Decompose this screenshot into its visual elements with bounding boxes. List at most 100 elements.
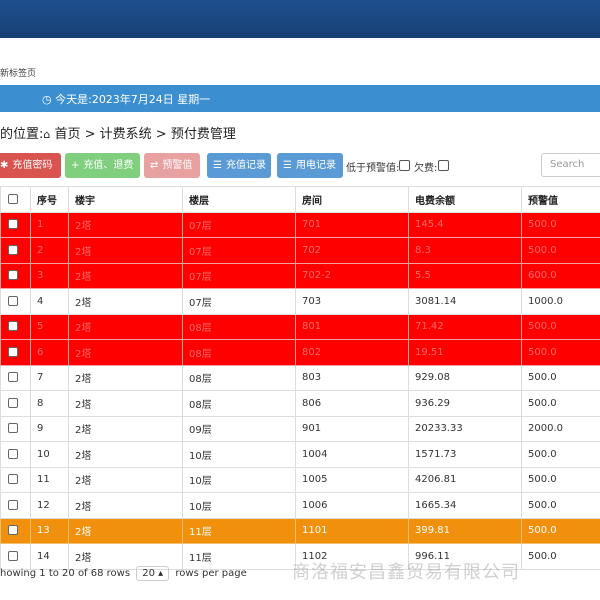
row-select-cell[interactable] — [0, 211, 31, 238]
row-checkbox[interactable] — [8, 295, 18, 306]
select-all-checkbox[interactable] — [8, 193, 18, 204]
table-row[interactable]: 12 2塔 10层 1006 1665.34 500.0 — [0, 492, 600, 519]
cell-warning: 500.0 — [521, 441, 600, 468]
row-checkbox[interactable] — [8, 550, 18, 561]
column-header[interactable]: 预警值 — [521, 186, 600, 213]
row-select-cell[interactable] — [0, 262, 31, 289]
row-select-cell[interactable] — [0, 288, 31, 315]
cell-building: 2塔 — [68, 390, 183, 417]
cell-room: 1004 — [295, 441, 409, 468]
row-checkbox[interactable] — [8, 321, 18, 332]
cell-warning: 500.0 — [521, 237, 600, 264]
cell-no: 4 — [30, 288, 69, 315]
column-header[interactable]: 电费余额 — [408, 186, 522, 213]
cell-no: 13 — [30, 517, 69, 544]
cell-floor: 07层 — [182, 237, 296, 264]
cell-building: 2塔 — [68, 364, 183, 391]
table-row[interactable]: 6 2塔 08层 802 19.51 500.0 — [0, 339, 600, 366]
cell-balance: 5.5 — [408, 262, 522, 289]
cell-floor: 10层 — [182, 466, 296, 493]
chevron-down-icon: ▴ — [158, 568, 164, 579]
cell-building: 2塔 — [68, 415, 183, 442]
showing-text: howing 1 to 20 of 68 rows — [0, 568, 131, 579]
table-row[interactable]: 3 2塔 07层 702-2 5.5 600.0 — [0, 262, 600, 289]
row-checkbox[interactable] — [8, 244, 18, 255]
row-checkbox[interactable] — [8, 270, 18, 281]
row-checkbox[interactable] — [8, 448, 18, 459]
select-all-cell[interactable] — [0, 186, 31, 213]
row-checkbox[interactable] — [8, 423, 18, 434]
cell-no: 5 — [30, 313, 69, 340]
below-warning-checkbox[interactable] — [399, 160, 410, 171]
breadcrumb-prefix: 的位置: — [0, 127, 44, 142]
table-row[interactable]: 5 2塔 08层 801 71.42 500.0 — [0, 313, 600, 340]
recharge-password-button[interactable]: ✱ 充值密码 — [0, 153, 61, 178]
table-row[interactable]: 4 2塔 07层 703 3081.14 1000.0 — [0, 288, 600, 315]
table-header-row: 序号 楼宇 楼层 房间 电费余额 预警值 — [0, 186, 600, 213]
recharge-records-button[interactable]: ☰ 充值记录 — [207, 153, 271, 178]
table-row[interactable]: 9 2塔 09层 901 20233.33 2000.0 — [0, 415, 600, 442]
row-select-cell[interactable] — [0, 237, 31, 264]
cell-floor: 11层 — [182, 517, 296, 544]
toolbar: ✱ 充值密码 + 充值、退费 ⇄ 预警值 ☰ 充值记录 ☰ 用电记录 低于预警值: 欠费:… — [0, 153, 600, 179]
cell-building: 2塔 — [68, 262, 183, 289]
cell-warning: 500.0 — [521, 390, 600, 417]
cell-room: 806 — [295, 390, 409, 417]
cell-floor: 08层 — [182, 390, 296, 417]
row-select-cell[interactable] — [0, 313, 31, 340]
row-select-cell[interactable] — [0, 390, 31, 417]
below-warning-label: 低于预警值: — [346, 163, 400, 174]
cell-no: 12 — [30, 492, 69, 519]
breadcrumb: 的位置:⌂ 首页 > 计费系统 > 预付费管理 — [0, 123, 236, 142]
recharge-refund-button[interactable]: + 充值、退费 — [65, 153, 140, 178]
row-checkbox[interactable] — [8, 219, 18, 230]
table-row[interactable]: 11 2塔 10层 1005 4206.81 500.0 — [0, 466, 600, 493]
row-select-cell[interactable] — [0, 492, 31, 519]
table-row[interactable]: 1 2塔 07层 701 145.4 500.0 — [0, 211, 600, 238]
row-select-cell[interactable] — [0, 339, 31, 366]
cell-room: 701 — [295, 211, 409, 238]
gear-icon: ✱ — [0, 160, 9, 171]
search-input[interactable]: Search — [541, 153, 600, 177]
prepaid-table: 序号 楼宇 楼层 房间 电费余额 预警值 1 2塔 07层 701 145.4 500.0… — [0, 186, 600, 570]
cell-room: 1101 — [295, 517, 409, 544]
cell-balance: 1571.73 — [408, 441, 522, 468]
table-row[interactable]: 13 2塔 11层 1101 399.81 500.0 — [0, 517, 600, 544]
cell-building: 2塔 — [68, 211, 183, 238]
row-select-cell[interactable] — [0, 441, 31, 468]
column-header[interactable]: 楼层 — [182, 186, 296, 213]
breadcrumb-path[interactable]: 首页 > 计费系统 > 预付费管理 — [55, 127, 236, 142]
row-checkbox[interactable] — [8, 372, 18, 383]
row-checkbox[interactable] — [8, 499, 18, 510]
row-select-cell[interactable] — [0, 466, 31, 493]
row-checkbox[interactable] — [8, 346, 18, 357]
warning-value-button[interactable]: ⇄ 预警值 — [144, 153, 200, 178]
row-select-cell[interactable] — [0, 517, 31, 544]
tab-bar — [0, 38, 600, 86]
row-select-cell[interactable] — [0, 415, 31, 442]
row-checkbox[interactable] — [8, 474, 18, 485]
cell-balance: 19.51 — [408, 339, 522, 366]
cell-building: 2塔 — [68, 288, 183, 315]
cell-no: 1 — [30, 211, 69, 238]
table-row[interactable]: 8 2塔 08层 806 936.29 500.0 — [0, 390, 600, 417]
cell-no: 6 — [30, 339, 69, 366]
table-row[interactable]: 7 2塔 08层 803 929.08 500.0 — [0, 364, 600, 391]
cell-floor: 10层 — [182, 492, 296, 519]
tab-new-page[interactable]: 新标签页 — [0, 66, 36, 79]
row-checkbox[interactable] — [8, 525, 18, 536]
usage-records-button[interactable]: ☰ 用电记录 — [277, 153, 343, 178]
arrears-checkbox[interactable] — [438, 160, 449, 171]
table-row[interactable]: 10 2塔 10层 1004 1571.73 500.0 — [0, 441, 600, 468]
row-checkbox[interactable] — [8, 397, 18, 408]
cell-room: 703 — [295, 288, 409, 315]
page-size-select[interactable]: 20 ▴ — [136, 566, 170, 581]
row-select-cell[interactable] — [0, 364, 31, 391]
cell-floor: 09层 — [182, 415, 296, 442]
table-row[interactable]: 2 2塔 07层 702 8.3 500.0 — [0, 237, 600, 264]
cell-floor: 07层 — [182, 211, 296, 238]
cell-warning: 500.0 — [521, 211, 600, 238]
column-header[interactable]: 楼宇 — [68, 186, 183, 213]
column-header[interactable]: 房间 — [295, 186, 409, 213]
column-header[interactable]: 序号 — [30, 186, 69, 213]
